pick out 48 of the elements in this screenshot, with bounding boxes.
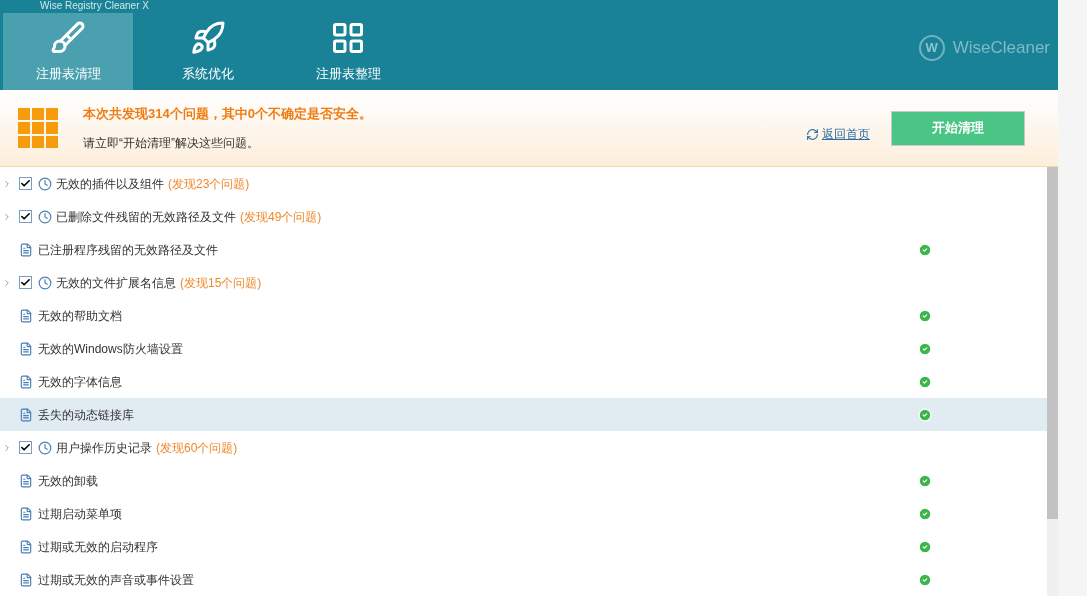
- row-label: 无效的插件以及组件: [56, 175, 164, 193]
- row-label: 已删除文件残留的无效路径及文件: [56, 208, 236, 226]
- issue-count: (发现15个问题): [180, 274, 262, 292]
- row-label: 用户操作历史记录: [56, 439, 152, 457]
- expand-icon[interactable]: [2, 277, 12, 288]
- window-title: Wise Registry Cleaner X: [40, 0, 149, 12]
- row-label: 无效的文件扩展名信息: [56, 274, 176, 292]
- nav-tab[interactable]: 系统优化: [143, 13, 273, 90]
- list-row[interactable]: 丢失的动态链接库: [0, 398, 1047, 431]
- ok-icon: [918, 374, 932, 389]
- brand-name: WiseCleaner: [952, 36, 1050, 59]
- ok-icon: [918, 572, 932, 587]
- expand-icon[interactable]: [2, 211, 12, 222]
- ok-icon: [918, 407, 932, 422]
- row-label: 过期或无效的声音或事件设置: [38, 571, 195, 589]
- checkbox[interactable]: [19, 441, 32, 454]
- ok-icon: [918, 506, 932, 521]
- issue-count: (发现49个问题): [240, 208, 322, 226]
- checkbox[interactable]: [19, 210, 32, 223]
- ok-icon: [918, 242, 932, 257]
- checkbox[interactable]: [19, 276, 32, 289]
- row-label: 无效的帮助文档: [38, 307, 123, 325]
- warning-grid-icon: [18, 108, 58, 148]
- row-label: 无效的Windows防火墙设置: [38, 340, 184, 358]
- home-link[interactable]: 返回首页: [822, 125, 870, 143]
- brand-logo-icon: W: [918, 34, 945, 61]
- ok-icon: [918, 473, 932, 488]
- row-label: 过期启动菜单项: [38, 505, 123, 523]
- row-label: 过期或无效的启动程序: [38, 538, 159, 556]
- refresh-icon: [806, 127, 819, 141]
- nav-tab[interactable]: 注册表整理: [283, 13, 413, 90]
- issue-count: (发现60个问题): [156, 439, 238, 457]
- brush-icon: [50, 19, 86, 56]
- scrollbar-thumb[interactable]: [1047, 167, 1058, 519]
- ok-icon: [918, 341, 932, 356]
- issue-count: (发现23个问题): [168, 175, 250, 193]
- row-label: 丢失的动态链接库: [38, 406, 135, 424]
- ok-icon: [918, 308, 932, 323]
- row-label: 已注册程序残留的无效路径及文件: [38, 241, 219, 259]
- row-label: 无效的字体信息: [38, 373, 123, 391]
- checkbox[interactable]: [19, 177, 32, 190]
- row-label: 无效的卸载: [38, 472, 99, 490]
- expand-icon[interactable]: [2, 178, 12, 189]
- summary-message: 请立即“开始清理”解决这些问题。: [83, 134, 260, 152]
- expand-icon[interactable]: [2, 442, 12, 453]
- summary-headline: 本次共发现314个问题，其中0个不确定是否安全。: [83, 105, 372, 124]
- rocket-icon: [190, 19, 226, 56]
- ok-icon: [918, 539, 932, 554]
